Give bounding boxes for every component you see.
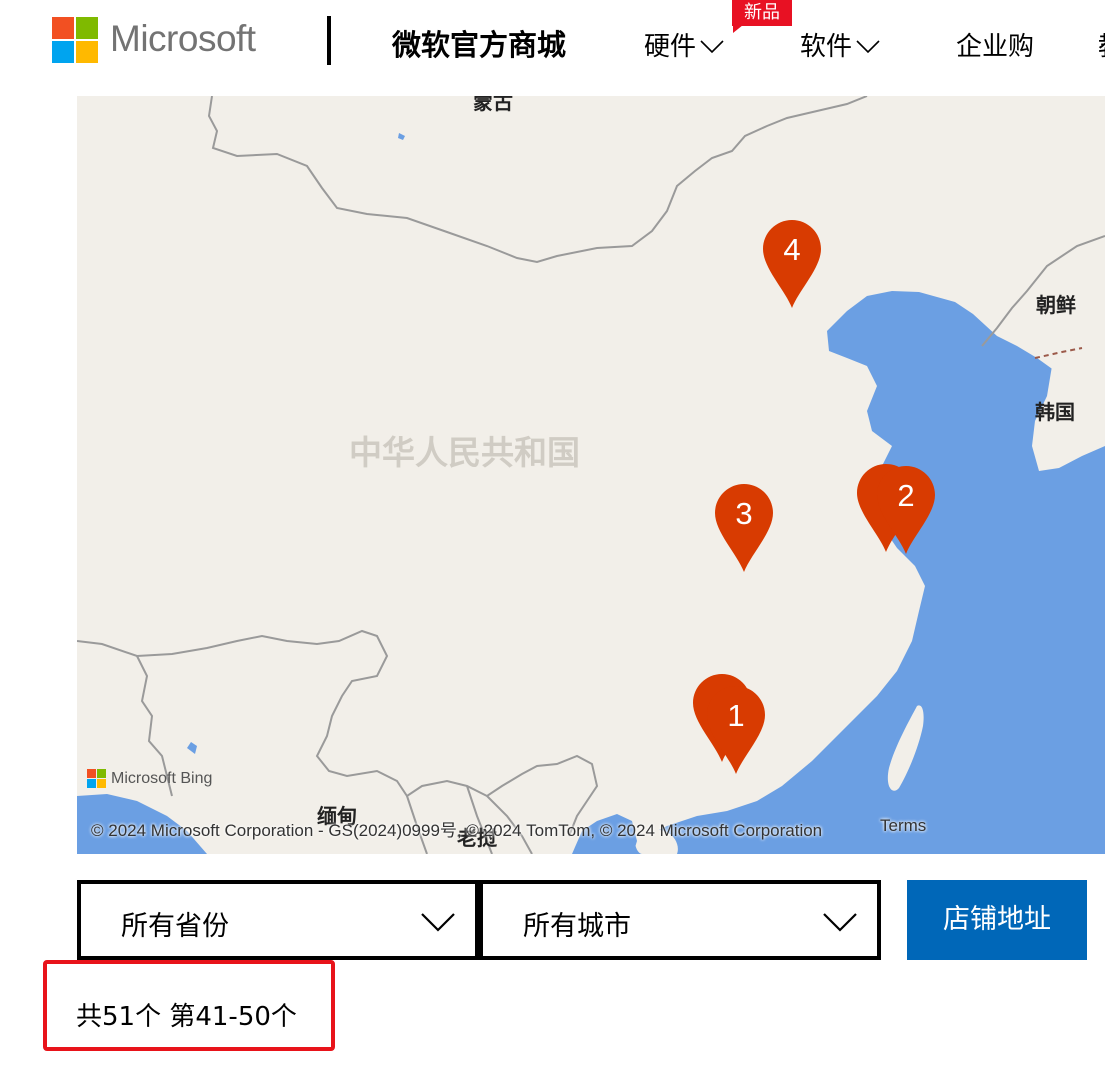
chevron-down-icon xyxy=(421,913,455,932)
map-pin[interactable]: 2 xyxy=(877,466,935,556)
chevron-down-icon xyxy=(823,913,857,932)
city-select[interactable]: 所有城市 xyxy=(479,880,881,960)
map-pin[interactable]: 4 xyxy=(763,220,821,310)
map-pin-number: 2 xyxy=(897,478,915,513)
map-pin[interactable]: 3 xyxy=(715,484,773,574)
result-count: 共51个 第41-50个 xyxy=(76,1002,297,1032)
bing-logo-text: Microsoft Bing xyxy=(111,770,213,787)
nav-education[interactable]: 教 xyxy=(1098,26,1105,63)
nav-education-label: 教 xyxy=(1098,26,1105,63)
nav-business[interactable]: 企业购 xyxy=(956,26,1034,63)
microsoft-logo-icon[interactable] xyxy=(52,17,98,63)
store-map[interactable]: 蒙古 朝鲜 韩国 中华人民共和国 缅甸 老挝 4 3 1 2 1 Microso… xyxy=(77,96,1105,854)
map-label-mongolia: 蒙古 xyxy=(473,96,513,114)
east-sea-water xyxy=(622,291,1105,854)
nav-hardware[interactable]: 硬件 xyxy=(644,26,724,63)
nav-software-label: 软件 xyxy=(800,32,853,62)
map-pin[interactable]: 1 xyxy=(707,686,765,776)
chevron-down-icon xyxy=(700,39,724,53)
map-base-layer xyxy=(77,96,1105,854)
microsoft-wordmark[interactable]: Microsoft xyxy=(110,18,256,60)
site-header: Microsoft 微软官方商城 硬件 新品 软件 企业购 教 xyxy=(0,0,1105,88)
city-select-value: 所有城市 xyxy=(523,911,631,942)
nav-software[interactable]: 软件 xyxy=(800,26,880,63)
map-copyright: © 2024 Microsoft Corporation - GS(2024)0… xyxy=(91,821,823,840)
new-badge-tail xyxy=(733,25,743,33)
lake-water xyxy=(398,133,405,140)
nav-hardware-label: 硬件 xyxy=(644,32,697,62)
map-pin-number: 4 xyxy=(783,232,801,267)
new-badge: 新品 xyxy=(732,0,792,26)
store-title[interactable]: 微软官方商城 xyxy=(392,22,566,64)
chevron-down-icon xyxy=(856,39,880,53)
header-divider xyxy=(327,16,331,65)
inland-water xyxy=(187,742,197,754)
map-pin-number: 3 xyxy=(735,496,753,531)
store-address-button[interactable]: 店铺地址 xyxy=(907,880,1087,960)
map-terms-link[interactable]: Terms xyxy=(880,816,926,836)
map-label-china: 中华人民共和国 xyxy=(349,433,580,472)
microsoft-logo-icon xyxy=(87,769,107,789)
map-pin-number: 1 xyxy=(727,698,745,733)
bing-logo[interactable]: Microsoft Bing xyxy=(87,769,212,789)
province-select[interactable]: 所有省份 xyxy=(77,880,479,960)
nav-business-label: 企业购 xyxy=(956,32,1035,62)
province-select-value: 所有省份 xyxy=(121,911,229,942)
map-label-south-korea: 韩国 xyxy=(1035,400,1075,424)
map-label-north-korea: 朝鲜 xyxy=(1036,293,1076,317)
